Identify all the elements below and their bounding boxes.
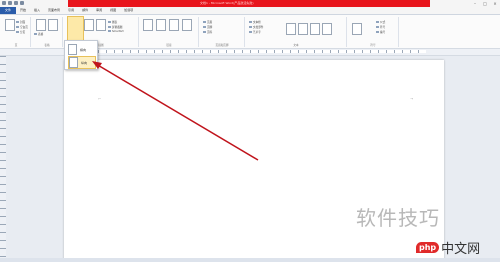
php-logo: php xyxy=(416,242,440,253)
watermark-text: 软件技巧 xyxy=(356,206,440,230)
status-bar xyxy=(0,258,500,262)
site-badge: php 中文网 xyxy=(416,238,480,257)
arrow-head xyxy=(92,61,102,69)
site-name: 中文网 xyxy=(441,242,481,257)
arrow-line xyxy=(95,63,259,161)
